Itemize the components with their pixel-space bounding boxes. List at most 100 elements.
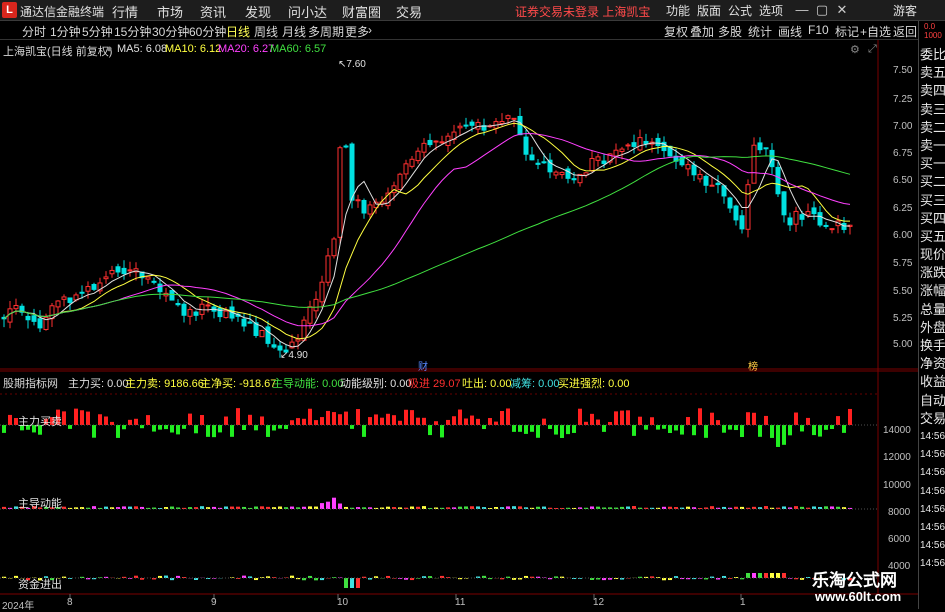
force-bar bbox=[566, 425, 570, 434]
chart-canvas[interactable] bbox=[0, 40, 918, 609]
force-bar bbox=[182, 425, 186, 429]
menu-market[interactable]: 行情 bbox=[112, 2, 138, 21]
low-price-label: ↙4.90 bbox=[280, 350, 308, 361]
force-bar bbox=[806, 418, 810, 425]
menu-layout[interactable]: 版面 bbox=[697, 2, 721, 19]
menu-options[interactable]: 选项 bbox=[759, 2, 783, 19]
tab-more[interactable]: 更多 bbox=[345, 23, 369, 40]
tab-15min[interactable]: 15分钟 bbox=[114, 23, 151, 40]
force-bar bbox=[134, 419, 138, 425]
menu-formula[interactable]: 公式 bbox=[728, 2, 752, 19]
x-tick: 1 bbox=[740, 597, 746, 608]
menu-assistant[interactable]: 问小达 bbox=[288, 2, 327, 21]
menu-news[interactable]: 资讯 bbox=[200, 2, 226, 21]
menu-function[interactable]: 功能 bbox=[666, 2, 690, 19]
force-bar bbox=[848, 409, 852, 425]
btn-adjust[interactable]: 复权 bbox=[664, 23, 688, 40]
candle-body bbox=[686, 165, 690, 169]
candle-body bbox=[56, 301, 60, 307]
force-bar bbox=[836, 416, 840, 425]
force-bar bbox=[188, 414, 192, 425]
menu-trade[interactable]: 交易 bbox=[396, 2, 422, 21]
force-bar bbox=[668, 425, 672, 433]
ind-tick: 6000 bbox=[888, 534, 910, 545]
force-bar bbox=[632, 425, 636, 436]
btn-stats[interactable]: 统计 bbox=[748, 23, 772, 40]
tab-5min[interactable]: 5分钟 bbox=[82, 23, 113, 40]
force-bar bbox=[740, 425, 744, 437]
force-bar bbox=[842, 425, 846, 433]
tab-weekly[interactable]: 周线 bbox=[254, 23, 278, 40]
candle-body bbox=[86, 287, 90, 292]
ind-absorb: 吸进 29.07 bbox=[408, 375, 461, 391]
price-tick: 7.00 bbox=[893, 121, 912, 132]
candle-body bbox=[326, 256, 330, 282]
tab-60min[interactable]: 60分钟 bbox=[189, 23, 226, 40]
btn-overlay[interactable]: 叠加 bbox=[690, 23, 714, 40]
force-bar bbox=[338, 414, 342, 425]
tab-1min[interactable]: 1分钟 bbox=[50, 23, 81, 40]
candle-body bbox=[146, 277, 150, 279]
force-bar bbox=[8, 415, 12, 425]
force-bar bbox=[548, 425, 552, 429]
candle-body bbox=[104, 277, 108, 279]
indicator-title[interactable]: 股期指标网 bbox=[3, 375, 58, 391]
btn-add-watch[interactable]: +自选 bbox=[860, 23, 891, 40]
tab-30min[interactable]: 30分钟 bbox=[152, 23, 189, 40]
force-bar bbox=[230, 425, 234, 437]
candle-body bbox=[530, 155, 534, 160]
tab-multi[interactable]: 多周期 bbox=[308, 23, 344, 40]
tab-timeshare[interactable]: 分时 bbox=[22, 23, 46, 40]
force-bar bbox=[302, 419, 306, 425]
event-finance-marker[interactable]: 财 bbox=[418, 358, 428, 373]
force-bar bbox=[560, 425, 564, 438]
force-bar bbox=[752, 413, 756, 425]
tab-monthly[interactable]: 月线 bbox=[282, 23, 306, 40]
candle-body bbox=[614, 150, 618, 156]
chevron-right-icon[interactable]: › bbox=[368, 23, 372, 37]
btn-draw[interactable]: 画线 bbox=[778, 23, 802, 40]
force-bar bbox=[728, 425, 732, 430]
force-bar bbox=[356, 409, 360, 425]
force-bar bbox=[620, 411, 624, 425]
restore-icon[interactable]: ▢ bbox=[812, 1, 832, 19]
minimize-icon[interactable]: — bbox=[792, 1, 812, 19]
tab-daily[interactable]: 日线 bbox=[226, 23, 250, 40]
candle-body bbox=[422, 143, 426, 152]
candle-body bbox=[68, 298, 72, 302]
candle-body bbox=[752, 145, 756, 183]
ind-tick: 14000 bbox=[883, 425, 911, 436]
candle-body bbox=[794, 211, 798, 224]
menu-market2[interactable]: 市场 bbox=[157, 2, 183, 21]
force-bar bbox=[716, 420, 720, 425]
menu-wealth[interactable]: 财富圈 bbox=[342, 2, 381, 21]
force-bar bbox=[692, 425, 696, 435]
ind-tick: 10000 bbox=[883, 480, 911, 491]
candle-body bbox=[338, 148, 342, 238]
btn-f10[interactable]: F10 bbox=[808, 23, 829, 37]
menu-guest[interactable]: 游客 bbox=[893, 2, 917, 19]
force-bar bbox=[80, 410, 84, 425]
side-label: 自动 bbox=[920, 392, 945, 410]
price-tick: 7.50 bbox=[893, 65, 912, 76]
force-bar bbox=[146, 415, 150, 425]
event-rank-marker[interactable]: 榜 bbox=[748, 358, 758, 373]
menu-discover[interactable]: 发现 bbox=[245, 2, 271, 21]
candle-body bbox=[758, 143, 762, 150]
candle-body bbox=[272, 345, 276, 347]
candle-body bbox=[218, 308, 222, 316]
force-bar bbox=[290, 420, 294, 425]
btn-back[interactable]: 返回 bbox=[893, 23, 917, 40]
candle-body bbox=[824, 225, 828, 226]
btn-mark[interactable]: 标记 bbox=[835, 23, 859, 40]
close-icon[interactable]: ✕ bbox=[832, 1, 852, 19]
side-label: 14:56 bbox=[920, 446, 945, 464]
force-bar bbox=[98, 414, 102, 425]
force-bar bbox=[596, 420, 600, 425]
btn-multi[interactable]: 多股 bbox=[718, 23, 742, 40]
candle-body bbox=[590, 159, 594, 171]
force-bar bbox=[722, 425, 726, 433]
force-bar bbox=[320, 417, 324, 425]
force-bar bbox=[590, 414, 594, 425]
candle-body bbox=[128, 270, 132, 271]
